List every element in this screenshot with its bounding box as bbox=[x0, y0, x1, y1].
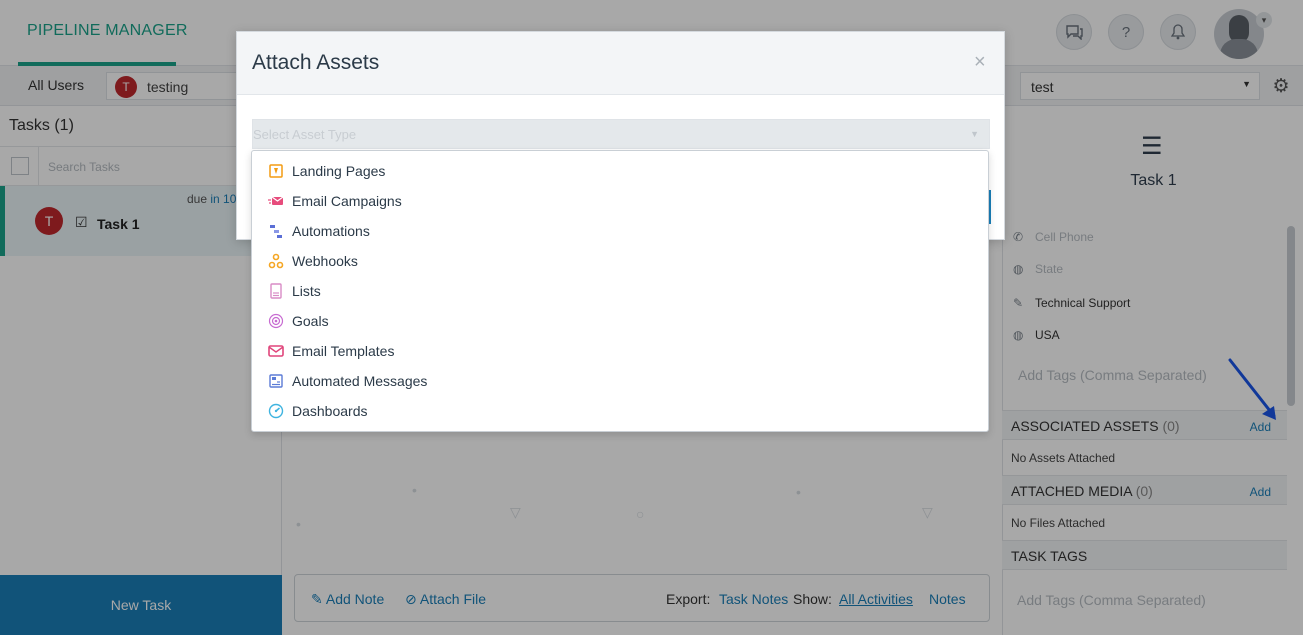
option-label: Automations bbox=[292, 223, 370, 239]
modal-header: Attach Assets × bbox=[237, 32, 1004, 95]
option-webhooks[interactable]: Webhooks bbox=[252, 246, 988, 276]
email-templates-icon bbox=[268, 345, 284, 357]
webhooks-icon bbox=[268, 253, 284, 269]
automations-icon bbox=[270, 225, 282, 238]
option-email-campaigns[interactable]: Email Campaigns bbox=[252, 186, 988, 216]
option-label: Email Campaigns bbox=[292, 193, 402, 209]
caret-down-icon: ▼ bbox=[970, 129, 979, 139]
option-goals[interactable]: Goals bbox=[252, 306, 988, 336]
option-email-templates[interactable]: Email Templates bbox=[252, 336, 988, 366]
modal-title: Attach Assets bbox=[252, 51, 380, 74]
option-dashboards[interactable]: Dashboards bbox=[252, 396, 988, 426]
asset-type-placeholder: Select Asset Type bbox=[253, 127, 357, 142]
option-label: Lists bbox=[292, 283, 321, 299]
goals-icon bbox=[268, 313, 284, 329]
option-lists[interactable]: Lists bbox=[252, 276, 988, 306]
option-label: Goals bbox=[292, 313, 329, 329]
lists-icon bbox=[270, 283, 282, 299]
option-label: Automated Messages bbox=[292, 373, 428, 389]
automated-messages-icon bbox=[269, 374, 283, 388]
option-label: Webhooks bbox=[292, 253, 358, 269]
asset-type-select[interactable]: Select Asset Type ▼ bbox=[252, 119, 990, 149]
option-automations[interactable]: Automations bbox=[252, 216, 988, 246]
dashboards-icon bbox=[268, 403, 284, 419]
option-label: Email Templates bbox=[292, 343, 395, 359]
close-icon[interactable]: × bbox=[974, 52, 986, 72]
email-campaigns-icon bbox=[268, 196, 284, 205]
option-label: Landing Pages bbox=[292, 163, 386, 179]
option-label: Dashboards bbox=[292, 403, 368, 419]
landing-pages-icon bbox=[269, 164, 283, 178]
option-landing-pages[interactable]: Landing Pages bbox=[252, 156, 988, 186]
asset-type-dropdown: Landing Pages Email Campaigns Automation… bbox=[251, 150, 989, 432]
option-automated-messages[interactable]: Automated Messages bbox=[252, 366, 988, 396]
